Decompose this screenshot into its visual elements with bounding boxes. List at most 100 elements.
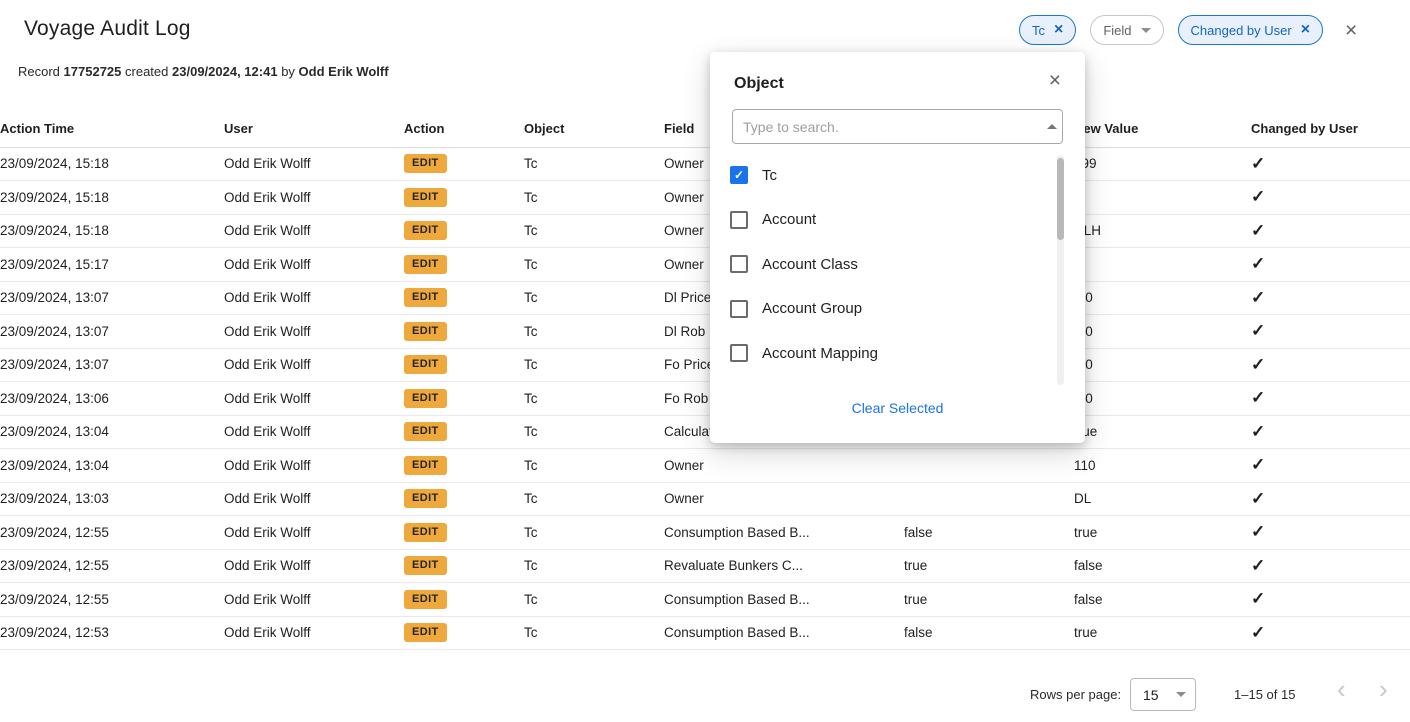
- object-option[interactable]: ✓ Account Group: [710, 287, 1054, 332]
- checkbox[interactable]: ✓: [730, 344, 748, 362]
- object-option[interactable]: ✓ Account Class: [710, 242, 1054, 287]
- rows-per-page-select[interactable]: 15: [1130, 678, 1196, 711]
- option-label: Account Mapping: [762, 345, 878, 362]
- table-row: 23/09/2024, 15:18 Odd Erik Wolff EDIT Tc…: [0, 214, 1410, 248]
- check-icon: ✓: [1251, 422, 1265, 441]
- cell-new-value: true: [1074, 516, 1251, 550]
- check-icon: ✓: [1251, 355, 1265, 374]
- popup-title: Object: [734, 75, 784, 93]
- check-icon: ✓: [1251, 187, 1265, 206]
- scrollbar-thumb[interactable]: [1057, 158, 1064, 240]
- cell-old-value: false: [904, 616, 1074, 650]
- table-row: 23/09/2024, 12:55 Odd Erik Wolff EDIT Tc…: [0, 549, 1410, 583]
- cell-user: Odd Erik Wolff: [224, 147, 404, 181]
- cell-action: EDIT: [404, 147, 524, 181]
- check-icon: ✓: [1251, 321, 1265, 340]
- cell-new-value: 5.0: [1074, 348, 1251, 382]
- option-label: Account Group: [762, 300, 862, 317]
- checkmark-icon: ✓: [734, 169, 744, 181]
- check-icon: ✓: [1251, 154, 1265, 173]
- column-header-user: User: [224, 110, 404, 147]
- action-badge: EDIT: [404, 623, 447, 642]
- action-badge: EDIT: [404, 590, 447, 609]
- cell-field: Consumption Based B...: [664, 516, 904, 550]
- cell-user: Odd Erik Wolff: [224, 616, 404, 650]
- action-badge: EDIT: [404, 255, 447, 274]
- table-row: 23/09/2024, 12:55 Odd Erik Wolff EDIT Tc…: [0, 516, 1410, 550]
- check-icon: ✓: [1251, 589, 1265, 608]
- table-header-row: Action Time User Action Object Field Old…: [0, 110, 1410, 147]
- audit-log-table: Action Time User Action Object Field Old…: [0, 110, 1410, 650]
- filter-chip-tc[interactable]: Tc ×: [1019, 15, 1076, 45]
- checkbox[interactable]: ✓: [730, 255, 748, 273]
- cell-action-time: 23/09/2024, 13:04: [0, 415, 224, 449]
- action-badge: EDIT: [404, 523, 447, 542]
- cell-user: Odd Erik Wolff: [224, 382, 404, 416]
- cell-new-value: 0.0: [1074, 281, 1251, 315]
- option-label: Account: [762, 211, 816, 228]
- cell-changed-by-user: ✓: [1251, 516, 1410, 550]
- record-id: 17752725: [64, 64, 122, 79]
- cell-action: EDIT: [404, 382, 524, 416]
- object-option[interactable]: ✓ Account: [710, 198, 1054, 243]
- object-option[interactable]: ✓ Tc: [710, 153, 1054, 198]
- checkbox[interactable]: ✓: [730, 166, 748, 184]
- check-icon: ✓: [1251, 388, 1265, 407]
- cell-action-time: 23/09/2024, 13:07: [0, 281, 224, 315]
- option-label: Tc: [762, 167, 777, 184]
- table-row: 23/09/2024, 13:03 Odd Erik Wolff EDIT Tc…: [0, 482, 1410, 516]
- check-icon: ✓: [1251, 288, 1265, 307]
- check-icon: ✓: [1251, 254, 1265, 273]
- cell-action-time: 23/09/2024, 12:55: [0, 583, 224, 617]
- checkbox[interactable]: ✓: [730, 300, 748, 318]
- checkbox[interactable]: ✓: [730, 211, 748, 229]
- cell-object: Tc: [524, 382, 664, 416]
- next-page-button[interactable]: ›: [1379, 676, 1388, 702]
- action-badge: EDIT: [404, 422, 447, 441]
- popup-close-icon[interactable]: ×: [1049, 70, 1061, 91]
- filter-chip-field[interactable]: Field: [1090, 15, 1163, 45]
- cell-object: Tc: [524, 482, 664, 516]
- filter-bar: Tc × Field Changed by User × ×: [1019, 15, 1357, 45]
- cell-action-time: 23/09/2024, 13:03: [0, 482, 224, 516]
- filter-chip-field-label: Field: [1103, 23, 1131, 38]
- clear-selected-button[interactable]: Clear Selected: [710, 400, 1085, 416]
- scrollbar-track: [1057, 155, 1064, 385]
- check-icon: ✓: [1251, 556, 1265, 575]
- cell-user: Odd Erik Wolff: [224, 248, 404, 282]
- previous-page-button[interactable]: ‹: [1337, 676, 1346, 702]
- cell-new-value: 0.0: [1074, 382, 1251, 416]
- cell-changed-by-user: ✓: [1251, 616, 1410, 650]
- table-row: 23/09/2024, 13:07 Odd Erik Wolff EDIT Tc…: [0, 348, 1410, 382]
- cell-changed-by-user: ✓: [1251, 382, 1410, 416]
- cell-action-time: 23/09/2024, 12:53: [0, 616, 224, 650]
- cell-changed-by-user: ✓: [1251, 348, 1410, 382]
- filter-chip-changed-by-user[interactable]: Changed by User ×: [1178, 15, 1324, 45]
- close-icon[interactable]: ×: [1345, 20, 1357, 41]
- cell-field: Revaluate Bunkers C...: [664, 549, 904, 583]
- remove-filter-changed-by-user-icon[interactable]: ×: [1301, 22, 1310, 38]
- action-badge: EDIT: [404, 322, 447, 341]
- rows-per-page-value: 15: [1143, 687, 1159, 703]
- cell-action-time: 23/09/2024, 13:04: [0, 449, 224, 483]
- cell-new-value: true: [1074, 616, 1251, 650]
- column-header-action: Action: [404, 110, 524, 147]
- option-label: Account Class: [762, 256, 858, 273]
- cell-new-value: 999: [1074, 147, 1251, 181]
- cell-object: Tc: [524, 214, 664, 248]
- cell-action: EDIT: [404, 281, 524, 315]
- cell-action: EDIT: [404, 348, 524, 382]
- cell-object: Tc: [524, 449, 664, 483]
- remove-filter-tc-icon[interactable]: ×: [1054, 22, 1063, 38]
- cell-action-time: 23/09/2024, 13:07: [0, 315, 224, 349]
- cell-old-value: false: [904, 516, 1074, 550]
- object-option[interactable]: ✓ Account Mapping: [710, 331, 1054, 376]
- chevron-up-icon[interactable]: [1047, 124, 1057, 129]
- record-info: Record 17752725 created 23/09/2024, 12:4…: [18, 64, 389, 79]
- object-search-input[interactable]: [732, 109, 1063, 144]
- cell-action: EDIT: [404, 516, 524, 550]
- cell-changed-by-user: ✓: [1251, 583, 1410, 617]
- cell-action: EDIT: [404, 181, 524, 215]
- cell-action-time: 23/09/2024, 12:55: [0, 516, 224, 550]
- check-icon: ✓: [1251, 522, 1265, 541]
